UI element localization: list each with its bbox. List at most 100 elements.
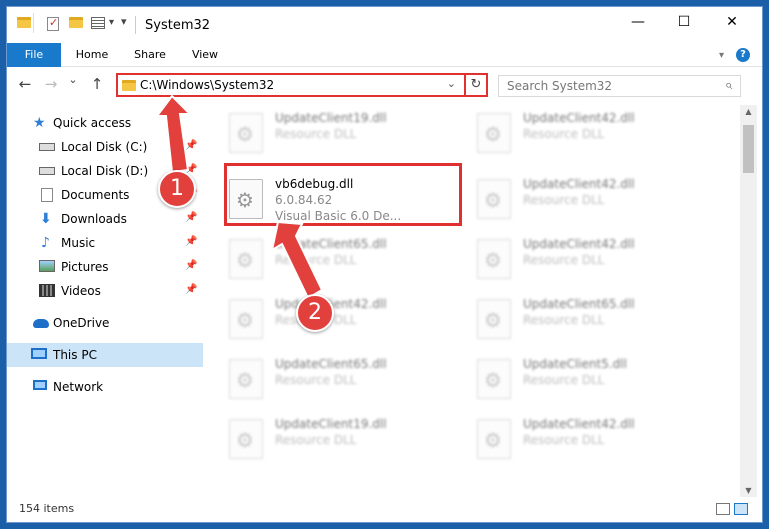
ribbon-controls: ▾ ? [719,48,750,62]
folder-icon[interactable] [17,17,31,28]
scroll-up-icon[interactable]: ▲ [740,107,757,116]
refresh-icon[interactable]: ↻ [464,75,486,95]
documents-icon [41,188,53,202]
sidebar-item-label: Music [61,236,96,250]
videos-icon [39,284,55,297]
file-description: Resource DLL [523,433,605,447]
recent-locations-icon[interactable]: ⌄ [63,73,83,86]
new-folder-icon[interactable] [69,17,83,28]
dll-file-icon [229,299,263,339]
search-icon[interactable]: ⌕ [725,78,732,93]
pictures-icon [39,260,55,272]
pin-icon[interactable]: 📌 [185,212,197,223]
file-item[interactable]: UpdateClient19.dll Resource DLL [217,105,447,157]
file-name: UpdateClient19.dll [275,111,387,125]
dll-file-icon [477,299,511,339]
dll-file-icon [477,359,511,399]
file-description: Resource DLL [275,433,357,447]
tab-view[interactable]: View [183,43,227,67]
file-description: Resource DLL [275,127,357,141]
sidebar-item-label: This PC [53,348,97,362]
sidebar-item-local-disk-c[interactable]: Local Disk (C:) 📌 [7,135,203,159]
address-path[interactable]: C:\Windows\System32 [140,78,274,92]
scroll-down-icon[interactable]: ▼ [740,486,757,495]
file-name: UpdateClient65.dll [523,297,635,311]
file-item[interactable]: UpdateClient42.dll Resource DLL [465,411,695,463]
file-description: Resource DLL [275,253,357,267]
file-item[interactable]: UpdateClient42.dll Resource DLL [465,171,695,223]
ribbon-tabs: File Home Share View ▾ ? [7,43,762,67]
search-placeholder: Search System32 [507,79,613,93]
dll-file-icon [477,419,511,459]
annotation-step-1: 1 [158,170,196,208]
sidebar-item-quick-access[interactable]: ★ Quick access [7,111,203,135]
file-item[interactable]: UpdateClient65.dll Resource DLL [217,351,447,403]
sidebar-item-label: Network [53,380,104,394]
title-bar: ▾ ▾ System32 — ☐ ✕ [7,7,762,43]
navigation-bar: ← → ⌄ ↑ C:\Windows\System32 ⌄ ↻ Search S… [7,69,762,101]
pin-icon[interactable]: 📌 [185,260,197,271]
star-icon: ★ [33,115,46,131]
view-options-icon[interactable] [91,17,105,29]
sidebar-item-label: Videos [61,284,101,298]
address-dropdown-icon[interactable]: ⌄ [447,77,456,90]
details-view-icon[interactable] [716,503,730,515]
maximize-button[interactable]: ☐ [661,7,707,37]
sidebar-item-label: OneDrive [53,316,110,330]
large-icons-view-icon[interactable] [734,503,748,515]
search-input[interactable]: Search System32 ⌕ [498,75,741,97]
vertical-scrollbar[interactable]: ▲ ▼ [740,105,757,497]
file-description: Resource DLL [523,127,605,141]
file-item[interactable]: UpdateClient65.dll Resource DLL [465,291,695,343]
file-item[interactable]: UpdateClient19.dll Resource DLL [217,411,447,463]
sidebar-item-label: Local Disk (D:) [61,164,149,178]
help-icon[interactable]: ? [736,48,750,62]
file-name: UpdateClient65.dll [275,357,387,371]
file-item[interactable]: UpdateClient5.dll Resource DLL [465,351,695,403]
close-button[interactable]: ✕ [709,7,755,37]
sidebar-item-label: Documents [61,188,130,202]
file-name: UpdateClient65.dll [275,237,387,251]
dll-file-icon [229,419,263,459]
sidebar-item-label: Downloads [61,212,127,226]
sidebar-item-videos[interactable]: Videos 📌 [7,279,203,303]
back-arrow-icon[interactable]: ← [15,75,35,93]
up-arrow-icon[interactable]: ↑ [87,75,107,93]
view-buttons [716,503,748,515]
file-item[interactable]: UpdateClient42.dll Resource DLL [465,231,695,283]
expand-ribbon-icon[interactable]: ▾ [719,50,724,61]
file-description: Resource DLL [523,253,605,267]
pin-icon[interactable]: 📌 [185,140,197,151]
music-icon: ♪ [41,235,50,251]
forward-arrow-icon[interactable]: → [41,75,61,93]
minimize-button[interactable]: — [615,7,661,37]
sidebar-item-onedrive[interactable]: OneDrive [7,311,203,335]
file-item[interactable]: UpdateClient65.dll Resource DLL [217,231,447,283]
address-bar[interactable]: C:\Windows\System32 ⌄ ↻ [116,73,488,97]
sidebar-item-network[interactable]: Network [7,375,203,399]
sidebar-item-label: Local Disk (C:) [61,140,148,154]
tab-file[interactable]: File [7,43,61,67]
pc-icon [31,348,47,359]
sidebar-item-this-pc[interactable]: This PC [7,343,203,367]
sidebar-item-pictures[interactable]: Pictures 📌 [7,255,203,279]
file-name: UpdateClient5.dll [523,357,627,371]
file-item[interactable]: UpdateClient42.dll Resource DLL [465,105,695,157]
sidebar-item-downloads[interactable]: ⬇ Downloads 📌 [7,207,203,231]
sidebar-item-music[interactable]: ♪ Music 📌 [7,231,203,255]
downloads-icon: ⬇ [40,211,52,227]
pin-icon[interactable]: 📌 [185,236,197,247]
dll-file-icon [477,179,511,219]
item-count: 154 items [19,502,75,515]
tab-home[interactable]: Home [67,43,117,67]
scroll-thumb[interactable] [743,125,754,173]
pin-icon[interactable]: 📌 [185,284,197,295]
sidebar-item-label: Pictures [61,260,109,274]
file-description: Resource DLL [523,313,605,327]
network-icon [33,380,47,390]
window-title: System32 [145,18,211,33]
tab-share[interactable]: Share [125,43,175,67]
customize-toolbar-dropdown-icon[interactable]: ▾ [109,17,114,28]
quick-access-toolbar-dropdown-icon[interactable]: ▾ [121,15,127,28]
properties-icon[interactable] [47,16,59,31]
